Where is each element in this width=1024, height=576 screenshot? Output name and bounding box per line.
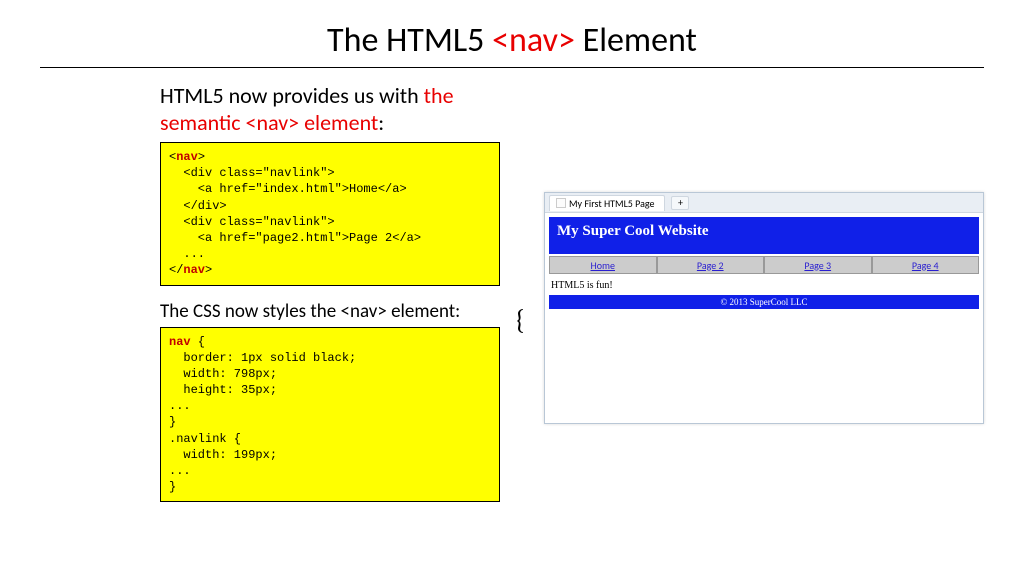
- code-line: <div class="navlink">: [169, 215, 335, 229]
- title-pre: The HTML5: [327, 20, 492, 61]
- code-line: ...: [169, 464, 191, 478]
- new-tab-button[interactable]: +: [671, 196, 689, 210]
- nav-link[interactable]: Page 4: [912, 259, 939, 272]
- title-highlight: <nav>: [492, 20, 575, 61]
- nav-item-page4[interactable]: Page 4: [872, 256, 980, 274]
- browser-mock: My First HTML5 Page + My Super Cool Webs…: [544, 192, 984, 424]
- page-body-text: HTML5 is fun!: [549, 274, 979, 295]
- code-line: <div class="navlink">: [169, 166, 335, 180]
- code-line: ...: [169, 399, 191, 413]
- code-line: </div>: [169, 199, 227, 213]
- nav-link[interactable]: Page 2: [697, 259, 724, 272]
- browser-viewport: My Super Cool Website Home Page 2 Page 3…: [545, 213, 983, 423]
- code-token: nav: [183, 263, 205, 277]
- code-token: nav: [176, 150, 198, 164]
- nav-link[interactable]: Home: [591, 259, 615, 272]
- code-line: }: [169, 415, 176, 429]
- code-token: >: [205, 263, 212, 277]
- site-nav: Home Page 2 Page 3 Page 4: [549, 256, 979, 274]
- slide-title: The HTML5 <nav> Element: [40, 20, 984, 61]
- code-line: border: 1px solid black;: [169, 351, 356, 365]
- title-post: Element: [575, 20, 697, 61]
- code-line: width: 798px;: [169, 367, 277, 381]
- site-footer: © 2013 SuperCool LLC: [549, 295, 979, 309]
- title-divider: [40, 67, 984, 68]
- css-code-box: nav { border: 1px solid black; width: 79…: [160, 327, 500, 503]
- nav-item-page3[interactable]: Page 3: [764, 256, 872, 274]
- tab-title: My First HTML5 Page: [569, 197, 654, 210]
- pointing-brace: {: [514, 306, 525, 334]
- intro-black: HTML5 now provides us with: [160, 82, 424, 109]
- code-line: <a href="page2.html">Page 2</a>: [169, 231, 421, 245]
- nav-item-page2[interactable]: Page 2: [657, 256, 765, 274]
- nav-item-home[interactable]: Home: [549, 256, 657, 274]
- nav-link[interactable]: Page 3: [804, 259, 831, 272]
- intro-tail: :: [378, 109, 384, 136]
- code-line: }: [169, 480, 176, 494]
- site-header: My Super Cool Website: [549, 217, 979, 254]
- code-line: <a href="index.html">Home</a>: [169, 182, 407, 196]
- code-token: >: [198, 150, 205, 164]
- css-subhead: The CSS now styles the <nav> element:: [160, 300, 514, 323]
- favicon-icon: [556, 198, 566, 208]
- browser-tab[interactable]: My First HTML5 Page: [549, 195, 665, 211]
- code-line: ...: [169, 247, 205, 261]
- code-line: .navlink {: [169, 432, 241, 446]
- intro-line: HTML5 now provides us with the semantic …: [160, 82, 514, 136]
- code-token: {: [191, 335, 205, 349]
- code-line: height: 35px;: [169, 383, 277, 397]
- code-token: </: [169, 263, 183, 277]
- code-line: width: 199px;: [169, 448, 277, 462]
- page-filler: [549, 309, 979, 419]
- code-token: nav: [169, 335, 191, 349]
- browser-tabbar: My First HTML5 Page +: [545, 193, 983, 213]
- html-code-box: <nav> <div class="navlink"> <a href="ind…: [160, 142, 500, 286]
